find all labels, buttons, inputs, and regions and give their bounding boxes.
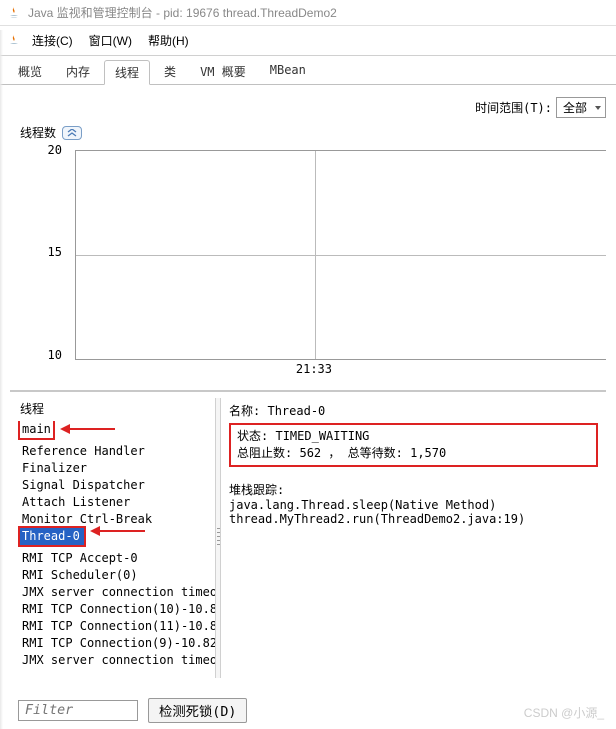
detail-name-value: Thread-0: [267, 404, 325, 418]
y-tick: 20: [48, 145, 62, 157]
time-range-label: 时间范围(T):: [475, 99, 552, 116]
menu-window[interactable]: 窗口(W): [83, 30, 138, 51]
thread-item[interactable]: RMI TCP Connection(11)-10.82.9: [20, 618, 215, 635]
time-range-select[interactable]: 全部: [556, 97, 606, 118]
horizontal-divider[interactable]: [10, 390, 606, 392]
thread-item[interactable]: Signal Dispatcher: [20, 477, 215, 494]
detail-state-label: 状态:: [237, 429, 268, 443]
thread-item[interactable]: RMI Scheduler(0): [20, 567, 215, 584]
thread-detail-panel: 名称: Thread-0 状态: TIMED_WAITING 总阻止数: 562…: [221, 398, 606, 678]
annotation-highlight-box: 状态: TIMED_WAITING 总阻止数: 562 ， 总等待数: 1,57…: [229, 423, 598, 467]
menu-help[interactable]: 帮助(H): [142, 30, 195, 51]
detail-waited-label: 总等待数:: [348, 446, 403, 460]
thread-item[interactable]: Finalizer: [20, 460, 215, 477]
chevron-up-icon[interactable]: [62, 126, 82, 140]
thread-item[interactable]: RMI TCP Connection(9)-10.82.96: [20, 635, 215, 652]
stack-line: thread.MyThread2.run(ThreadDemo2.java:19…: [229, 512, 598, 526]
thread-count-chart: 20 15 10 21:33: [30, 145, 606, 380]
detail-state-value: TIMED_WAITING: [275, 429, 369, 443]
thread-item-selected[interactable]: Thread-0: [20, 528, 84, 545]
thread-list: main Reference Handler Finalizer Signal …: [10, 421, 215, 678]
thread-list-header: 线程: [10, 398, 215, 421]
window-title: Java 监视和管理控制台 - pid: 19676 thread.Thread…: [28, 4, 337, 21]
thread-item[interactable]: Attach Listener: [20, 494, 215, 511]
filter-input[interactable]: [18, 700, 138, 721]
thread-item[interactable]: RMI TCP Accept-0: [20, 550, 215, 567]
tab-bar: 概览 内存 线程 类 VM 概要 MBean: [0, 56, 616, 85]
tab-vmsummary[interactable]: VM 概要: [190, 60, 256, 84]
window-titlebar: Java 监视和管理控制台 - pid: 19676 thread.Thread…: [0, 0, 616, 26]
thread-item[interactable]: RMI TCP Connection(10)-10.82.9: [20, 601, 215, 618]
detail-waited-value: 1,570: [410, 446, 446, 460]
y-tick: 15: [48, 245, 62, 259]
thread-item[interactable]: JMX server connection timeout: [20, 584, 215, 601]
stack-line: java.lang.Thread.sleep(Native Method): [229, 498, 598, 512]
thread-item[interactable]: Reference Handler: [20, 443, 215, 460]
stack-header: 堆栈跟踪:: [229, 481, 598, 498]
tab-overview[interactable]: 概览: [8, 60, 52, 84]
vertical-splitter[interactable]: [215, 398, 221, 678]
detail-blocked-value: 562: [299, 446, 321, 460]
thread-item[interactable]: JMX server connection timeout: [20, 652, 215, 669]
menu-connect[interactable]: 连接(C): [26, 30, 79, 51]
detect-deadlock-button[interactable]: 检测死锁(D): [148, 698, 247, 723]
chart-title: 线程数: [20, 124, 56, 141]
tab-memory[interactable]: 内存: [56, 60, 100, 84]
watermark: CSDN @小源_: [524, 704, 604, 721]
detail-separator: ，: [328, 446, 340, 460]
tab-threads[interactable]: 线程: [104, 60, 150, 85]
thread-item-main[interactable]: main: [20, 421, 53, 438]
tab-classes[interactable]: 类: [154, 60, 186, 84]
window-left-border: [0, 30, 3, 729]
detail-blocked-label: 总阻止数:: [237, 446, 292, 460]
thread-item[interactable]: Monitor Ctrl-Break: [20, 511, 215, 528]
java-icon: [6, 5, 22, 21]
java-icon: [6, 33, 22, 49]
x-tick: 21:33: [296, 362, 332, 376]
detail-name-label: 名称:: [229, 404, 260, 418]
tab-mbean[interactable]: MBean: [260, 60, 316, 84]
menubar: 连接(C) 窗口(W) 帮助(H): [0, 26, 616, 56]
y-tick: 10: [48, 348, 62, 362]
